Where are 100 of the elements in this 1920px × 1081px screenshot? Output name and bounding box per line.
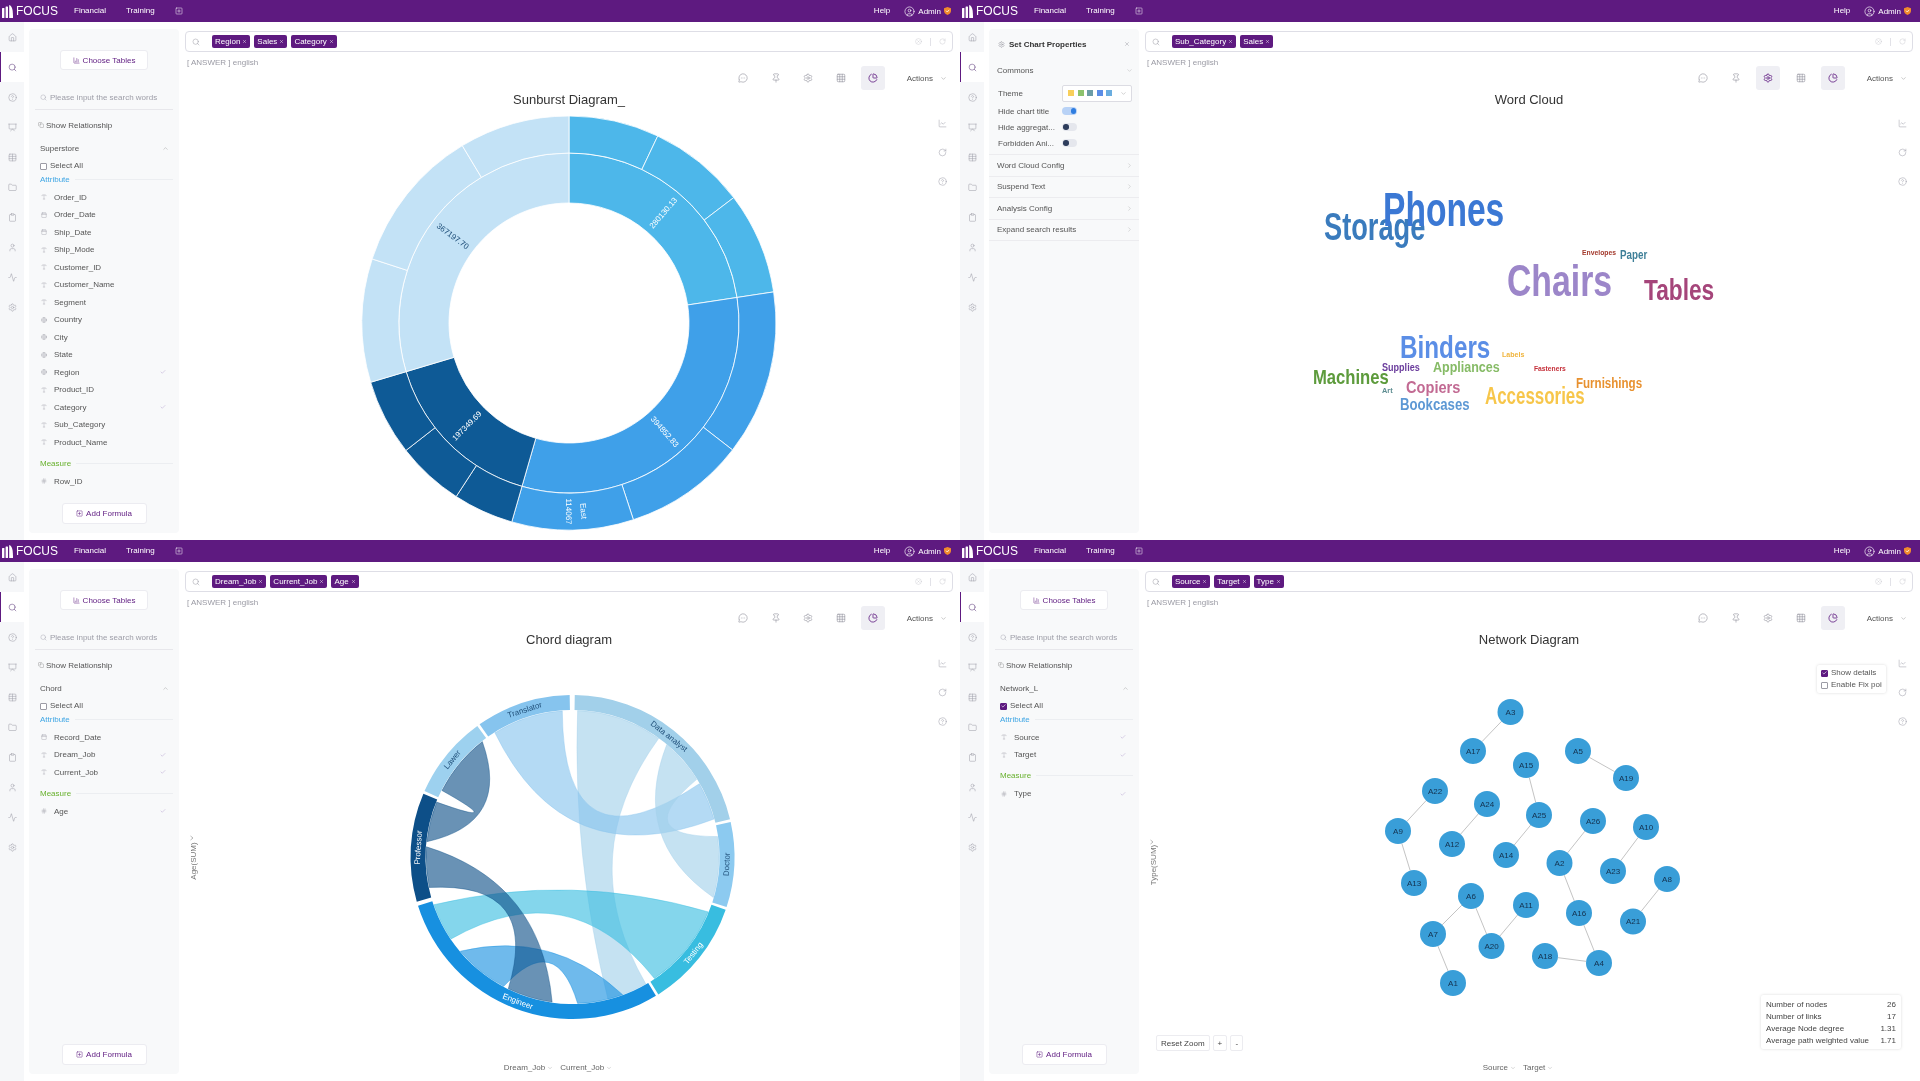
field-item[interactable]: Order_ID (29, 188, 179, 206)
pin-icon[interactable] (1730, 613, 1741, 623)
remove-icon[interactable] (1265, 39, 1271, 44)
search-token[interactable]: Dream_Job (212, 575, 267, 588)
remove-icon[interactable] (319, 579, 325, 584)
pin-icon[interactable] (1730, 73, 1741, 83)
line-chart-icon[interactable] (937, 659, 947, 668)
search-field[interactable]: Please input the search words (35, 86, 173, 110)
toggle-switch[interactable] (1062, 139, 1077, 147)
section-header[interactable]: Suspend Text (989, 176, 1139, 198)
field-item[interactable]: Type (989, 784, 1139, 803)
user-icon[interactable] (8, 242, 17, 252)
nav-link[interactable]: Financial (1034, 6, 1066, 16)
refresh-icon[interactable] (937, 148, 947, 157)
select-all-checkbox[interactable] (40, 702, 47, 710)
activity-icon[interactable] (968, 272, 977, 282)
field-item[interactable]: Ship_Mode (29, 240, 179, 259)
table-grid-icon[interactable] (1795, 73, 1806, 83)
table-header[interactable]: Chord (29, 682, 179, 694)
show-relationship-link[interactable]: Show Relationship (38, 119, 113, 131)
search-token[interactable]: Type (1253, 575, 1284, 588)
help-icon[interactable] (937, 177, 947, 186)
search-token[interactable]: Sales (254, 35, 288, 48)
select-all-checkbox[interactable] (1000, 702, 1007, 710)
activity-icon[interactable] (8, 272, 17, 282)
comment-icon[interactable] (738, 613, 749, 623)
section-header[interactable]: Expand search results (989, 219, 1139, 241)
home-icon[interactable] (8, 32, 17, 42)
search-token[interactable]: Sub_Category (1172, 35, 1237, 48)
nav-link[interactable]: Financial (74, 6, 106, 16)
help-link[interactable]: Help (873, 546, 891, 556)
help-icon[interactable] (8, 632, 17, 642)
search-icon[interactable] (8, 602, 17, 612)
table-icon[interactable] (8, 152, 17, 162)
remove-icon[interactable] (279, 39, 285, 44)
search-field[interactable]: Please input the search words (995, 626, 1133, 650)
zoom-button[interactable]: Reset Zoom (1156, 1035, 1210, 1051)
remove-icon[interactable] (1275, 579, 1281, 584)
add-tab-icon[interactable] (1134, 547, 1143, 555)
user-menu[interactable]: Admin (904, 545, 941, 557)
choose-tables-button[interactable]: Choose Tables (60, 50, 148, 70)
field-item[interactable]: Category (29, 398, 179, 416)
show-relationship-link[interactable]: Show Relationship (38, 659, 113, 671)
theme-select[interactable] (1062, 84, 1132, 102)
choose-tables-button[interactable]: Choose Tables (60, 590, 148, 610)
zoom-button[interactable]: - (1230, 1035, 1244, 1051)
help-icon[interactable] (937, 717, 947, 726)
chevron-icon[interactable] (190, 835, 194, 841)
help-icon[interactable] (968, 632, 977, 642)
y-axis-label[interactable]: Type(SUM) (1148, 844, 1158, 886)
toggle-switch[interactable] (1062, 107, 1077, 115)
toggle-switch[interactable] (1062, 123, 1077, 131)
settings-icon[interactable] (1763, 613, 1774, 623)
clipboard-icon[interactable] (968, 752, 977, 762)
field-item[interactable]: Customer_Name (29, 275, 179, 294)
folder-icon[interactable] (968, 722, 977, 732)
folder-icon[interactable] (968, 182, 977, 192)
field-item[interactable]: Source (989, 728, 1139, 746)
table-grid-icon[interactable] (835, 613, 846, 623)
search-token[interactable]: Category (291, 35, 337, 48)
table-icon[interactable] (8, 692, 17, 702)
remove-icon[interactable] (328, 39, 334, 44)
settings-icon[interactable] (803, 613, 814, 623)
clear-icon[interactable] (1875, 38, 1882, 45)
presentation-icon[interactable] (8, 662, 17, 672)
search-icon[interactable] (968, 62, 977, 72)
folder-icon[interactable] (8, 722, 17, 732)
nav-link[interactable]: Training (1086, 546, 1115, 556)
actions-dropdown[interactable]: Actions (906, 606, 947, 630)
add-formula-button[interactable]: Add Formula (61, 1044, 147, 1065)
table-icon[interactable] (968, 692, 977, 702)
show-relationship-link[interactable]: Show Relationship (998, 659, 1073, 671)
add-formula-button[interactable]: Add Formula (1021, 1044, 1107, 1065)
user-icon[interactable] (968, 782, 977, 792)
close-icon[interactable] (1124, 41, 1130, 47)
search-token[interactable]: Target (1214, 575, 1250, 588)
pin-icon[interactable] (770, 73, 781, 83)
actions-dropdown[interactable]: Actions (1866, 606, 1907, 630)
field-item[interactable]: Record_Date (29, 728, 179, 746)
option-checkbox[interactable] (1821, 681, 1828, 689)
settings-icon[interactable] (803, 73, 814, 83)
table-grid-icon[interactable] (835, 73, 846, 83)
field-item[interactable]: Age (29, 802, 179, 820)
refresh-icon[interactable] (939, 38, 946, 45)
comment-icon[interactable] (1698, 613, 1709, 623)
search-token[interactable]: Region (212, 35, 251, 48)
remove-icon[interactable] (350, 579, 356, 584)
section-header[interactable]: Word Cloud Config (989, 155, 1139, 177)
presentation-icon[interactable] (968, 122, 977, 132)
zoom-button[interactable]: + (1212, 1035, 1228, 1051)
comment-icon[interactable] (1698, 73, 1709, 83)
help-link[interactable]: Help (1833, 546, 1851, 556)
field-item[interactable]: State (29, 345, 179, 364)
add-tab-icon[interactable] (1134, 7, 1143, 15)
refresh-icon[interactable] (1899, 578, 1906, 585)
section-header[interactable]: Analysis Config (989, 198, 1139, 220)
axis-dropdown[interactable]: Target (1523, 1063, 1554, 1072)
settings-icon[interactable] (1763, 73, 1774, 83)
clear-icon[interactable] (915, 38, 922, 45)
clipboard-icon[interactable] (968, 212, 977, 222)
